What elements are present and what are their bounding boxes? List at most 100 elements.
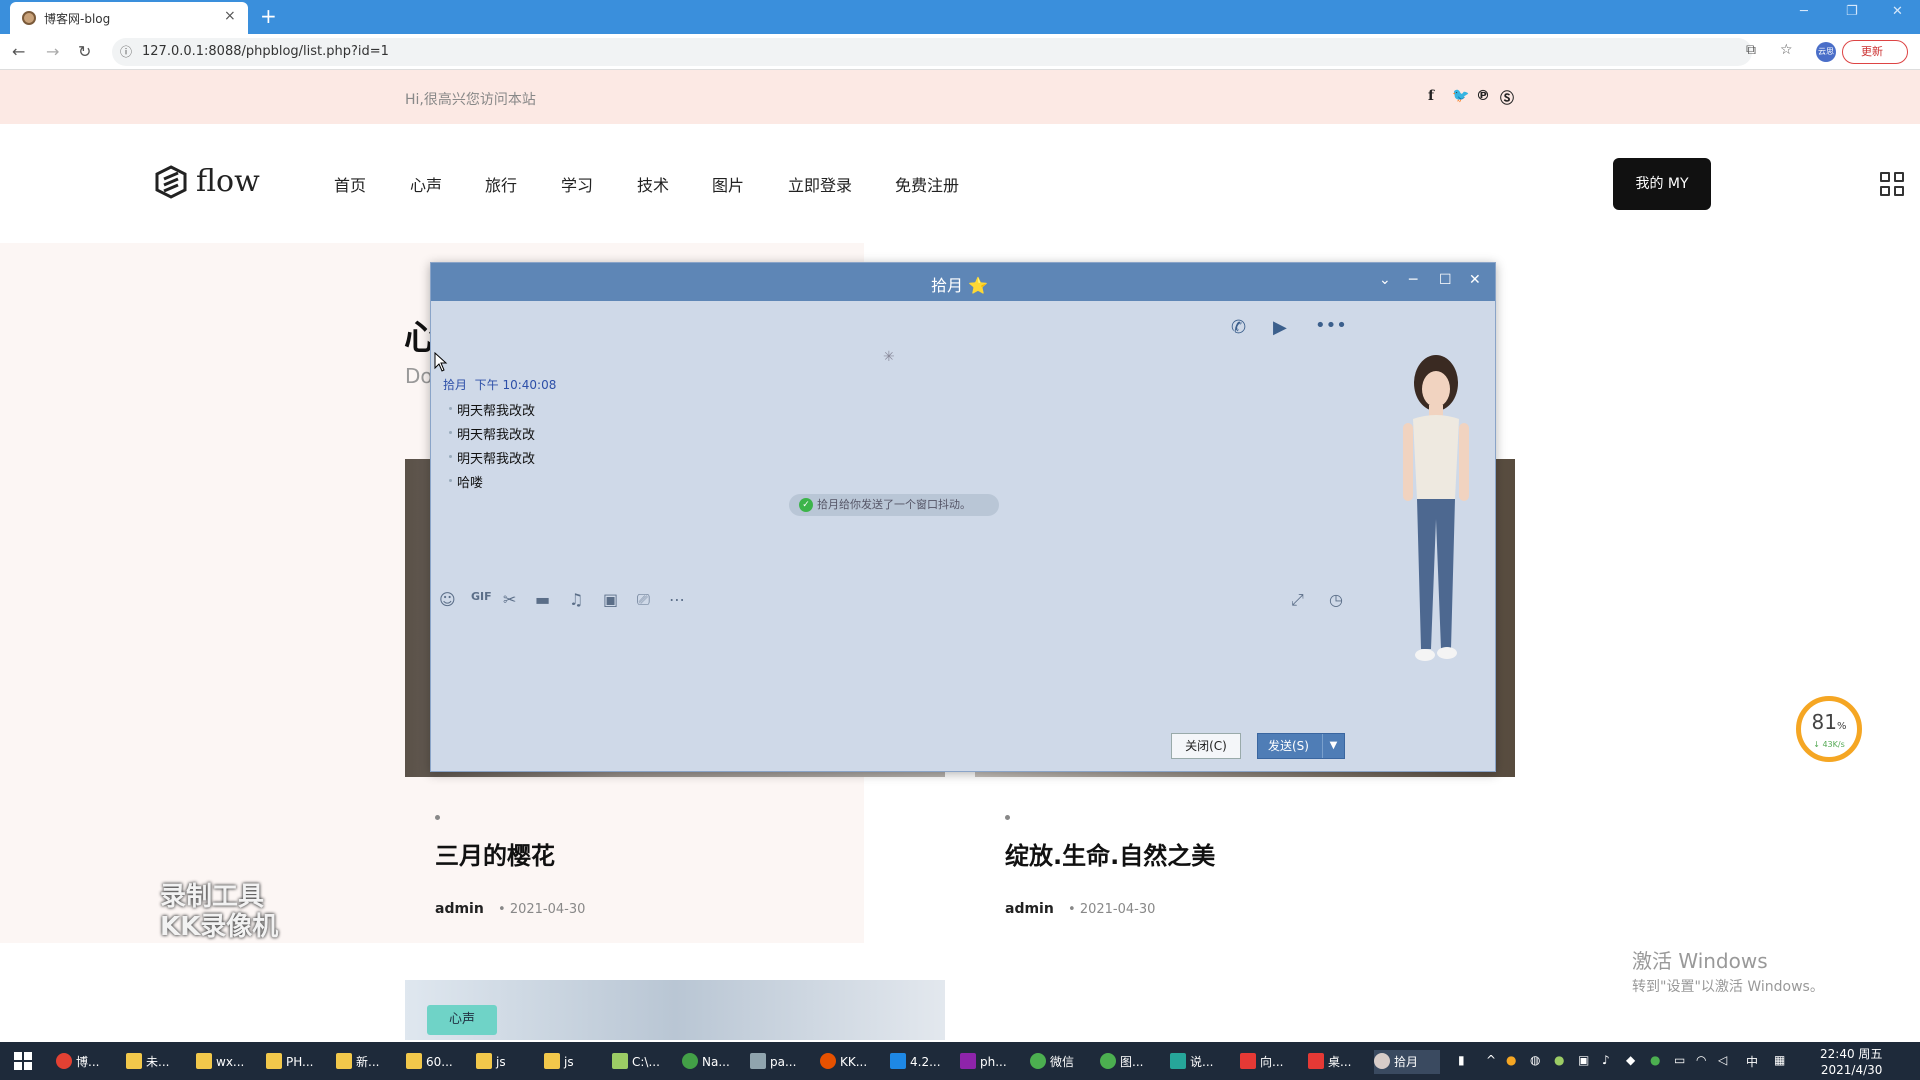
nav-voice[interactable]: 心声 — [410, 172, 442, 196]
file-icon — [126, 1053, 142, 1069]
taskbar-item[interactable]: wx... — [196, 1050, 256, 1074]
nav-home[interactable]: 首页 — [334, 172, 366, 196]
site-info-icon[interactable]: ⓘ — [120, 43, 132, 60]
card-author-1[interactable]: admin — [435, 901, 484, 917]
translate-icon[interactable]: ⧉ — [1746, 42, 1756, 58]
my-account-button[interactable]: 我的 MY — [1613, 158, 1711, 210]
new-tab-button[interactable]: + — [260, 4, 277, 28]
update-button[interactable]: 更新 — [1842, 40, 1908, 64]
taskbar-item[interactable]: 桌... — [1308, 1050, 1368, 1074]
send-button[interactable]: 发送(S) ▼ — [1257, 733, 1345, 759]
tray-app-icon[interactable]: ● — [1554, 1053, 1564, 1067]
video-call-icon[interactable]: ▶ — [1273, 317, 1287, 338]
taskbar-item-active[interactable]: 拾月 — [1374, 1050, 1440, 1074]
music-icon[interactable]: ♫ — [569, 590, 583, 609]
network-speed-widget[interactable]: 81% ↓ 43K/s — [1796, 696, 1862, 762]
taskbar-clock[interactable]: 22:40 周五 2021/4/30 — [1820, 1046, 1882, 1078]
gif-icon[interactable]: GIF — [471, 590, 492, 603]
nav-register[interactable]: 免费注册 — [895, 172, 959, 196]
nav-tech[interactable]: 技术 — [637, 172, 669, 196]
pinterest-icon[interactable]: ℗ — [1476, 88, 1490, 104]
folder-icon[interactable]: ▬ — [535, 590, 550, 609]
address-bar[interactable]: ⓘ 127.0.0.1:8088/phpblog/list.php?id=1 — [112, 38, 1752, 66]
windows-start-icon[interactable] — [14, 1052, 32, 1070]
image-icon[interactable]: ▣ — [603, 590, 618, 609]
taskbar-item[interactable]: PH... — [266, 1050, 326, 1074]
nav-pictures[interactable]: 图片 — [712, 172, 744, 196]
bookmark-star-icon[interactable]: ☆ — [1780, 42, 1793, 58]
taskbar-item[interactable]: 博... — [56, 1050, 116, 1074]
close-icon[interactable]: ✕ — [1469, 272, 1481, 288]
skype-icon[interactable]: Ⓢ — [1500, 88, 1514, 108]
taskbar-item[interactable]: 60... — [406, 1050, 466, 1074]
browser-tab-active[interactable]: 博客网-blog × — [10, 2, 248, 34]
nav-study[interactable]: 学习 — [561, 172, 593, 196]
flow-logo-icon[interactable] — [154, 165, 188, 199]
address-url[interactable]: 127.0.0.1:8088/phpblog/list.php?id=1 — [142, 44, 389, 59]
scissors-icon[interactable]: ✂ — [503, 590, 516, 609]
taskbar-item[interactable]: 4.2... — [890, 1050, 950, 1074]
taskbar-item[interactable]: 图... — [1100, 1050, 1160, 1074]
nav-travel[interactable]: 旅行 — [485, 172, 517, 196]
tray-app-icon[interactable]: ◆ — [1626, 1053, 1635, 1067]
battery-icon[interactable]: ▮ — [1458, 1053, 1465, 1067]
card-title-2[interactable]: 绽放.生命.自然之美 — [1005, 836, 1215, 871]
expand-icon[interactable]: ⤢ — [1291, 590, 1304, 610]
facebook-icon[interactable]: f — [1428, 88, 1434, 104]
taskbar-item-label: KK... — [840, 1055, 868, 1069]
chevron-down-icon[interactable]: ⌄ — [1379, 272, 1391, 288]
window-minimize-icon[interactable]: ─ — [1800, 4, 1808, 19]
wifi-icon[interactable]: ◠ — [1696, 1053, 1706, 1067]
wechat-tray-icon[interactable]: ● — [1650, 1053, 1660, 1067]
category-tag[interactable]: 心声 — [427, 1005, 497, 1035]
reload-icon[interactable]: ↻ — [78, 42, 91, 61]
more-options-icon[interactable]: ••• — [1315, 315, 1347, 336]
card-author-2[interactable]: admin — [1005, 901, 1054, 917]
window-close-icon[interactable]: ✕ — [1892, 4, 1903, 19]
taskbar-item[interactable]: C:\... — [612, 1050, 672, 1074]
screen-share-icon[interactable]: ⎚ — [637, 590, 650, 610]
watermark-line-1: 录制工具 — [160, 882, 265, 912]
emoji-icon[interactable]: ☺ — [439, 590, 456, 609]
taskbar-item[interactable]: 说... — [1170, 1050, 1230, 1074]
window-restore-icon[interactable]: ❐ — [1846, 4, 1858, 19]
tray-app-icon[interactable]: ● — [1506, 1053, 1516, 1067]
taskbar-item[interactable]: pa... — [750, 1050, 810, 1074]
logo-text[interactable]: flow — [196, 164, 260, 199]
tray-app-icon[interactable]: ▣ — [1578, 1053, 1589, 1067]
nav-login[interactable]: 立即登录 — [788, 172, 852, 196]
back-arrow-icon[interactable]: ← — [12, 42, 25, 61]
tab-close-icon[interactable]: × — [224, 8, 236, 24]
chat-titlebar[interactable]: 拾月 ⭐ ⌄ ─ ☐ ✕ — [431, 263, 1495, 301]
minimize-icon[interactable]: ─ — [1409, 272, 1417, 288]
more-tools-icon[interactable]: ⋯ — [669, 590, 685, 609]
send-options-chevron-icon[interactable]: ▼ — [1322, 734, 1344, 758]
site-topbar: Hi,很高兴您访问本站 f 🐦 ℗ Ⓢ — [0, 70, 1920, 124]
taskbar-item[interactable]: Na... — [682, 1050, 742, 1074]
tray-app-icon[interactable]: ▭ — [1674, 1053, 1685, 1067]
twitter-icon[interactable]: 🐦 — [1452, 88, 1469, 104]
history-clock-icon[interactable]: ◷ — [1329, 590, 1343, 609]
voice-call-icon[interactable]: ✆ — [1231, 317, 1246, 338]
grid-menu-icon[interactable] — [1880, 172, 1906, 198]
taskbar-item[interactable]: 新... — [336, 1050, 396, 1074]
forward-arrow-icon[interactable]: → — [46, 42, 59, 61]
card-dot-1 — [435, 815, 440, 820]
qq-tray-icon[interactable]: ◍ — [1530, 1053, 1540, 1067]
card-title-1[interactable]: 三月的樱花 — [435, 836, 555, 871]
volume-icon[interactable]: ◁ — [1718, 1053, 1727, 1067]
notification-bell-icon[interactable]: ♪ — [1602, 1053, 1610, 1067]
close-chat-button[interactable]: 关闭(C) — [1171, 733, 1241, 759]
taskbar-item[interactable]: js — [544, 1050, 600, 1074]
ime-indicator[interactable]: 中 — [1746, 1053, 1758, 1070]
taskbar-item[interactable]: ph... — [960, 1050, 1020, 1074]
taskbar-item[interactable]: 微信 — [1030, 1050, 1092, 1074]
profile-avatar[interactable]: 云思 — [1816, 42, 1836, 62]
taskbar-item[interactable]: js — [476, 1050, 532, 1074]
tray-expand-icon[interactable]: ^ — [1486, 1053, 1496, 1067]
maximize-icon[interactable]: ☐ — [1439, 272, 1452, 288]
taskbar-item[interactable]: 未... — [126, 1050, 186, 1074]
keyboard-icon[interactable]: ▦ — [1774, 1053, 1785, 1067]
taskbar-item[interactable]: KK... — [820, 1050, 880, 1074]
taskbar-item[interactable]: 向... — [1240, 1050, 1300, 1074]
